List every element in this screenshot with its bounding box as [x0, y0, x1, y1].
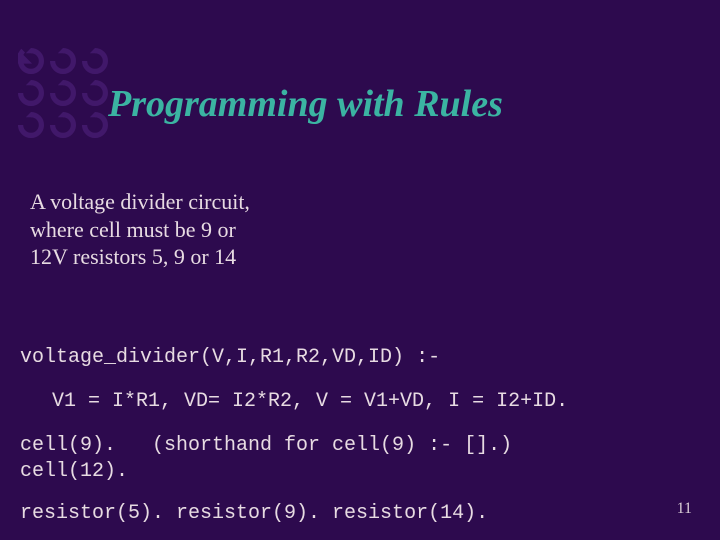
slide-title: Programming with Rules: [108, 82, 503, 126]
corner-icon: [18, 48, 108, 138]
code-line-5: resistor(5). resistor(9). resistor(14).: [20, 502, 700, 525]
page-number: 11: [677, 500, 692, 518]
code-line-4: cell(12).: [20, 460, 700, 483]
description-text: A voltage divider circuit, where cell mu…: [30, 188, 260, 271]
code-line-2: V1 = I*R1, VD= I2*R2, V = V1+VD, I = I2+…: [52, 390, 700, 413]
code-line-3: cell(9). (shorthand for cell(9) :- [].): [20, 434, 700, 457]
code-line-1: voltage_divider(V,I,R1,R2,VD,ID) :-: [20, 346, 700, 369]
recycle-arrows-icon: [18, 48, 108, 138]
